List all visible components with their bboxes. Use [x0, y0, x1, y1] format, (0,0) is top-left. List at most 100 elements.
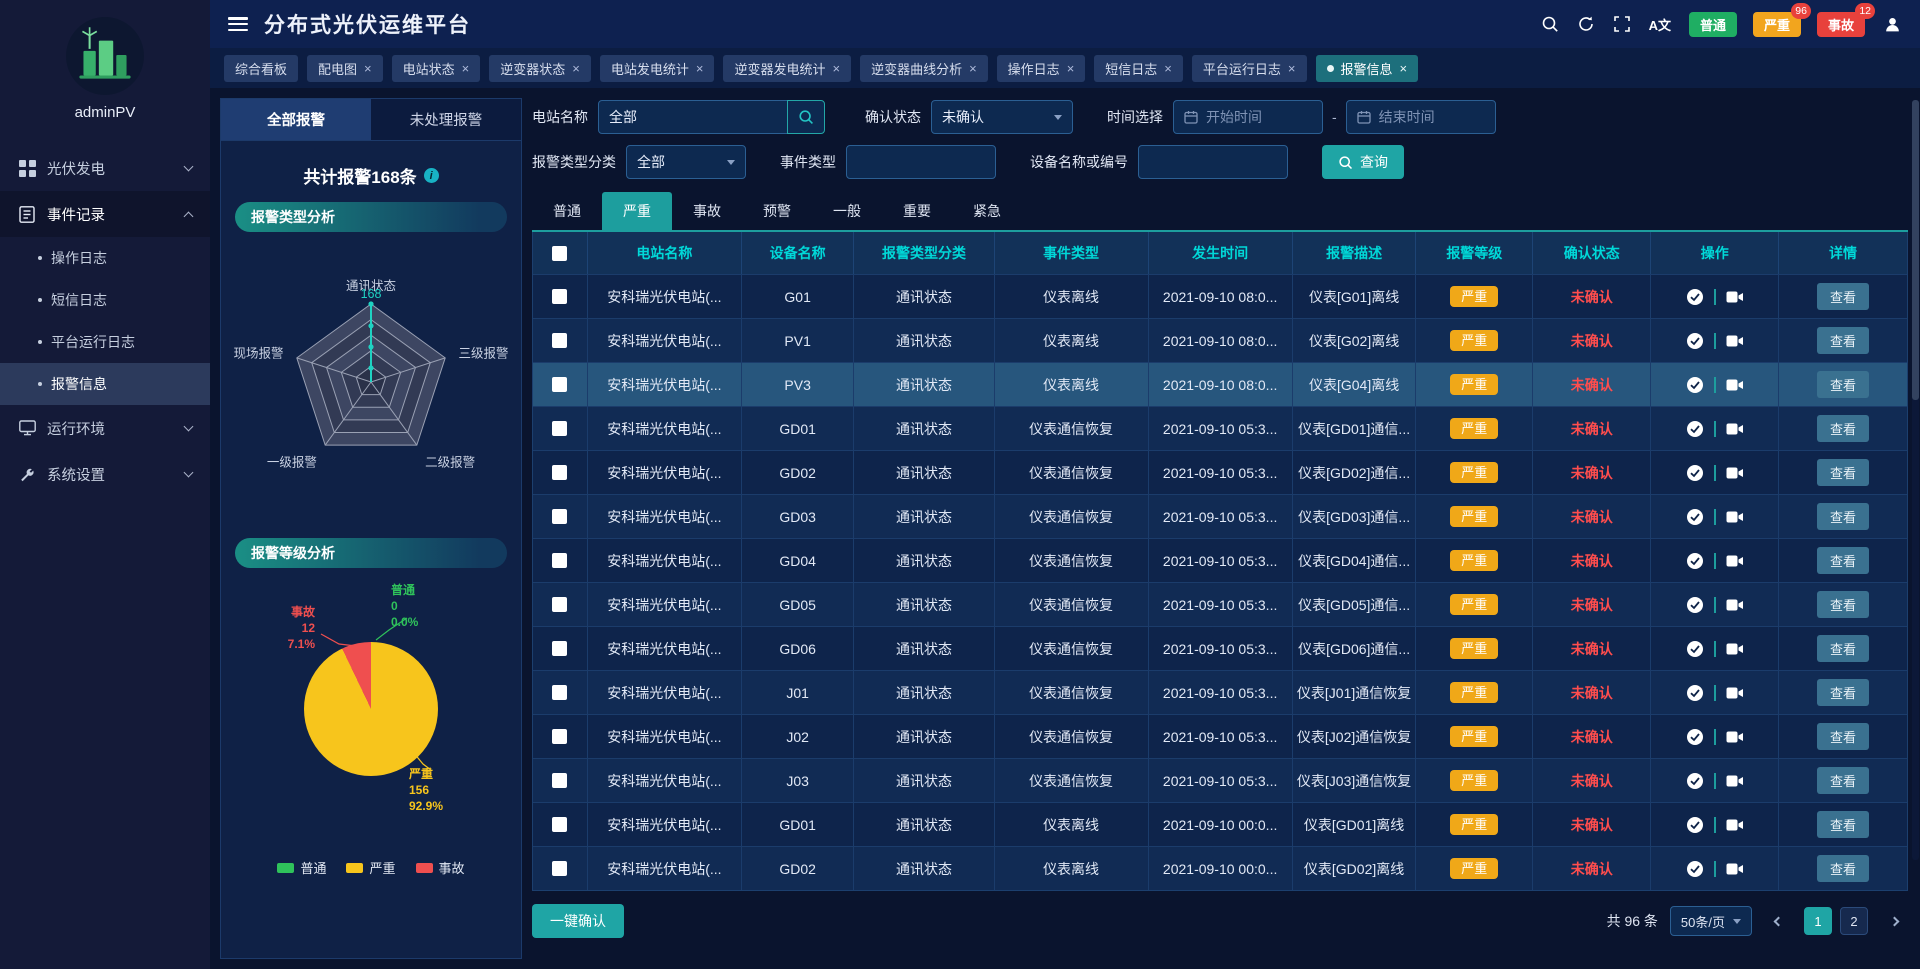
menu-toggle-icon[interactable] — [228, 17, 248, 31]
video-icon[interactable] — [1726, 422, 1744, 436]
station-name-input[interactable]: 全部 — [598, 100, 788, 134]
tab-close-icon[interactable] — [1164, 62, 1172, 75]
language-icon[interactable] — [1649, 15, 1671, 34]
video-icon[interactable] — [1726, 510, 1744, 524]
confirm-icon[interactable] — [1686, 376, 1704, 394]
view-button[interactable]: 查看 — [1817, 635, 1869, 662]
view-button[interactable]: 查看 — [1817, 591, 1869, 618]
search-icon[interactable] — [1541, 15, 1559, 33]
row-checkbox[interactable] — [552, 465, 567, 480]
tab-close-icon[interactable] — [462, 62, 470, 75]
row-checkbox[interactable] — [552, 377, 567, 392]
video-icon[interactable] — [1726, 862, 1744, 876]
info-icon[interactable] — [424, 168, 439, 183]
video-icon[interactable] — [1726, 598, 1744, 612]
scrollbar-thumb[interactable] — [1912, 100, 1919, 400]
row-checkbox[interactable] — [552, 597, 567, 612]
status-chip[interactable]: 普通 — [1689, 12, 1737, 37]
fullscreen-icon[interactable] — [1613, 15, 1631, 33]
tab[interactable]: 逆变器状态 — [489, 55, 591, 82]
confirm-all-button[interactable]: 一键确认 — [532, 904, 624, 938]
tab-close-icon[interactable] — [696, 62, 704, 75]
tab-close-icon[interactable] — [1288, 62, 1296, 75]
scrollbar[interactable] — [1912, 100, 1919, 860]
tab[interactable]: 平台运行日志 — [1192, 55, 1307, 82]
video-icon[interactable] — [1726, 554, 1744, 568]
confirm-icon[interactable] — [1686, 508, 1704, 526]
view-button[interactable]: 查看 — [1817, 503, 1869, 530]
page-number[interactable]: 2 — [1840, 907, 1868, 935]
prev-page-button[interactable] — [1764, 907, 1792, 935]
video-icon[interactable] — [1726, 466, 1744, 480]
confirm-icon[interactable] — [1686, 816, 1704, 834]
tab[interactable]: 操作日志 — [997, 55, 1086, 82]
view-button[interactable]: 查看 — [1817, 283, 1869, 310]
tab[interactable]: 逆变器曲线分析 — [860, 55, 988, 82]
tab[interactable]: 电站状态 — [392, 55, 481, 82]
row-checkbox[interactable] — [552, 289, 567, 304]
next-page-button[interactable] — [1880, 907, 1908, 935]
view-button[interactable]: 查看 — [1817, 459, 1869, 486]
status-chip[interactable]: 严重 96 — [1753, 12, 1801, 37]
row-checkbox[interactable] — [552, 773, 567, 788]
sidebar-item-settings[interactable]: 系统设置 — [0, 451, 210, 497]
view-button[interactable]: 查看 — [1817, 371, 1869, 398]
sidebar-item-sms-log[interactable]: 短信日志 — [0, 279, 210, 321]
tab-close-icon[interactable] — [1067, 62, 1075, 75]
sidebar-item-pv[interactable]: 光伏发电 — [0, 145, 210, 191]
confirm-icon[interactable] — [1686, 640, 1704, 658]
view-button[interactable]: 查看 — [1817, 327, 1869, 354]
confirm-status-select[interactable]: 未确认 — [931, 100, 1073, 134]
severity-tab[interactable]: 重要 — [882, 192, 952, 230]
event-type-input[interactable] — [846, 145, 996, 179]
alarm-panel-tab[interactable]: 全部报警 — [221, 99, 371, 141]
video-icon[interactable] — [1726, 818, 1744, 832]
view-button[interactable]: 查看 — [1817, 415, 1869, 442]
sidebar-item-alarm-info[interactable]: 报警信息 — [0, 363, 210, 405]
tab[interactable]: 报警信息 — [1316, 55, 1419, 82]
video-icon[interactable] — [1726, 642, 1744, 656]
tab-close-icon[interactable] — [1400, 62, 1408, 75]
video-icon[interactable] — [1726, 334, 1744, 348]
station-search-button[interactable] — [787, 100, 825, 134]
status-chip[interactable]: 事故 12 — [1817, 12, 1865, 37]
row-checkbox[interactable] — [552, 641, 567, 656]
end-time-input[interactable]: 结束时间 — [1346, 100, 1496, 134]
row-checkbox[interactable] — [552, 509, 567, 524]
view-button[interactable]: 查看 — [1817, 855, 1869, 882]
tab-close-icon[interactable] — [969, 62, 977, 75]
video-icon[interactable] — [1726, 290, 1744, 304]
tab[interactable]: 综合看板 — [224, 55, 298, 82]
severity-tab[interactable]: 预警 — [742, 192, 812, 230]
alarm-panel-tab[interactable]: 未处理报警 — [371, 99, 521, 141]
tab-close-icon[interactable] — [364, 62, 372, 75]
page-size-select[interactable]: 50条/页 — [1670, 906, 1752, 936]
confirm-icon[interactable] — [1686, 332, 1704, 350]
legend-item[interactable]: 普通 — [277, 858, 326, 877]
confirm-icon[interactable] — [1686, 860, 1704, 878]
video-icon[interactable] — [1726, 378, 1744, 392]
view-button[interactable]: 查看 — [1817, 679, 1869, 706]
tab[interactable]: 逆变器发电统计 — [723, 55, 851, 82]
query-button[interactable]: 查询 — [1322, 145, 1404, 179]
row-checkbox[interactable] — [552, 861, 567, 876]
view-button[interactable]: 查看 — [1817, 723, 1869, 750]
row-checkbox[interactable] — [552, 729, 567, 744]
confirm-icon[interactable] — [1686, 552, 1704, 570]
confirm-icon[interactable] — [1686, 420, 1704, 438]
user-icon[interactable] — [1883, 15, 1902, 34]
sidebar-item-events[interactable]: 事件记录 — [0, 191, 210, 237]
row-checkbox[interactable] — [552, 553, 567, 568]
row-checkbox[interactable] — [552, 421, 567, 436]
confirm-icon[interactable] — [1686, 772, 1704, 790]
view-button[interactable]: 查看 — [1817, 547, 1869, 574]
severity-tab[interactable]: 紧急 — [952, 192, 1022, 230]
sidebar-item-platform-log[interactable]: 平台运行日志 — [0, 321, 210, 363]
row-checkbox[interactable] — [552, 685, 567, 700]
confirm-icon[interactable] — [1686, 596, 1704, 614]
confirm-icon[interactable] — [1686, 464, 1704, 482]
severity-tab[interactable]: 一般 — [812, 192, 882, 230]
video-icon[interactable] — [1726, 774, 1744, 788]
tab-close-icon[interactable] — [572, 62, 580, 75]
tab[interactable]: 电站发电统计 — [600, 55, 715, 82]
